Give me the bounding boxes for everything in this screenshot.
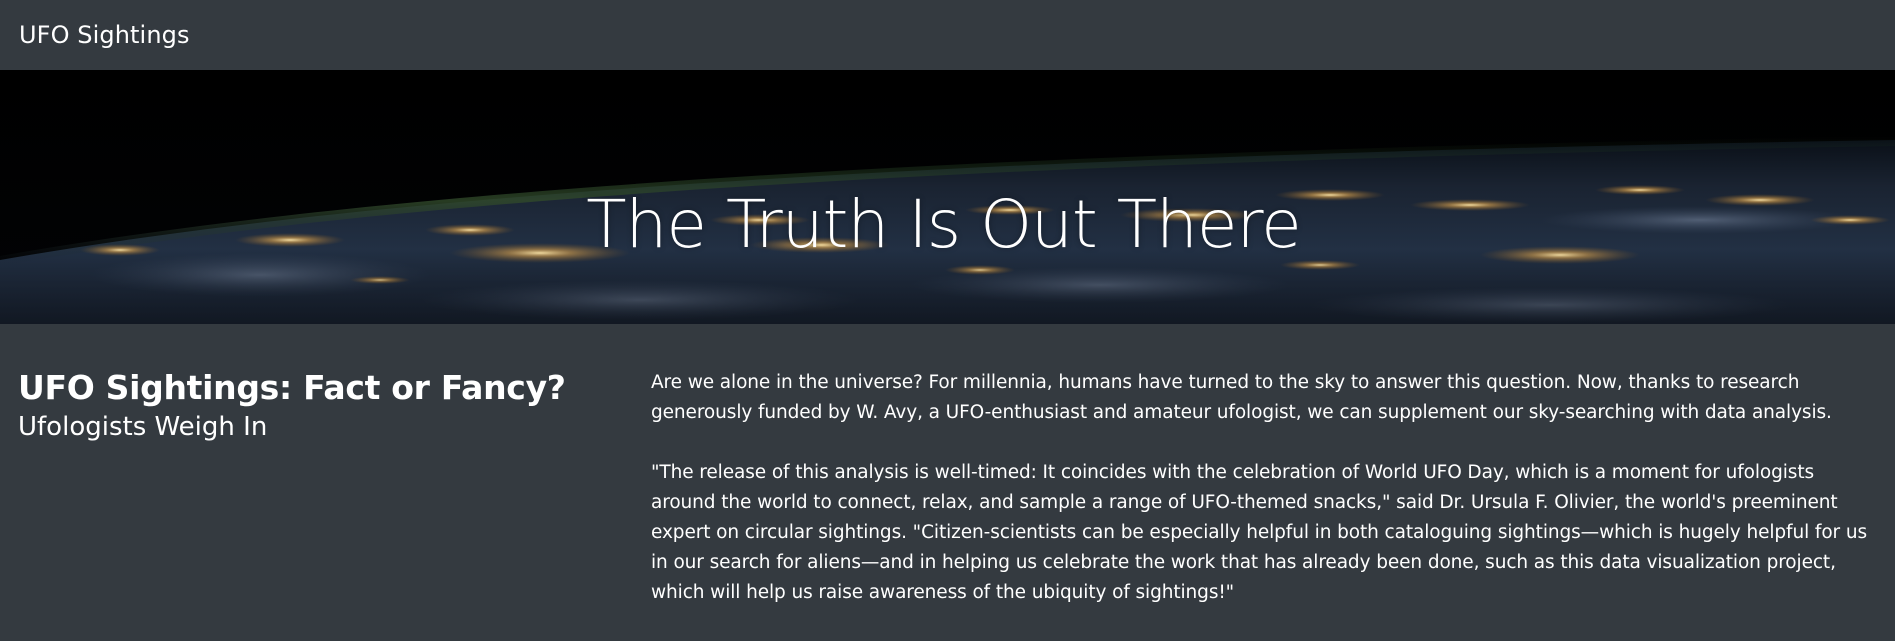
navbar-brand-link[interactable]: UFO Sightings xyxy=(19,21,190,49)
section-subheading: Ufologists Weigh In xyxy=(18,411,268,442)
section-heading: UFO Sightings: Fact or Fancy? xyxy=(18,368,566,407)
main-content: UFO Sightings: Fact or Fancy? Ufologists… xyxy=(0,324,1895,608)
article-column: Are we alone in the universe? For millen… xyxy=(651,368,1879,608)
hero-banner: The Truth Is Out There xyxy=(0,70,1895,324)
article-paragraph: Are we alone in the universe? For millen… xyxy=(651,372,1832,423)
hero-title: The Truth Is Out There xyxy=(586,186,1302,263)
intro-column: UFO Sightings: Fact or Fancy? Ufologists… xyxy=(0,368,651,608)
article-paragraph: "The release of this analysis is well-ti… xyxy=(651,462,1867,603)
navbar: UFO Sightings xyxy=(0,0,1895,70)
